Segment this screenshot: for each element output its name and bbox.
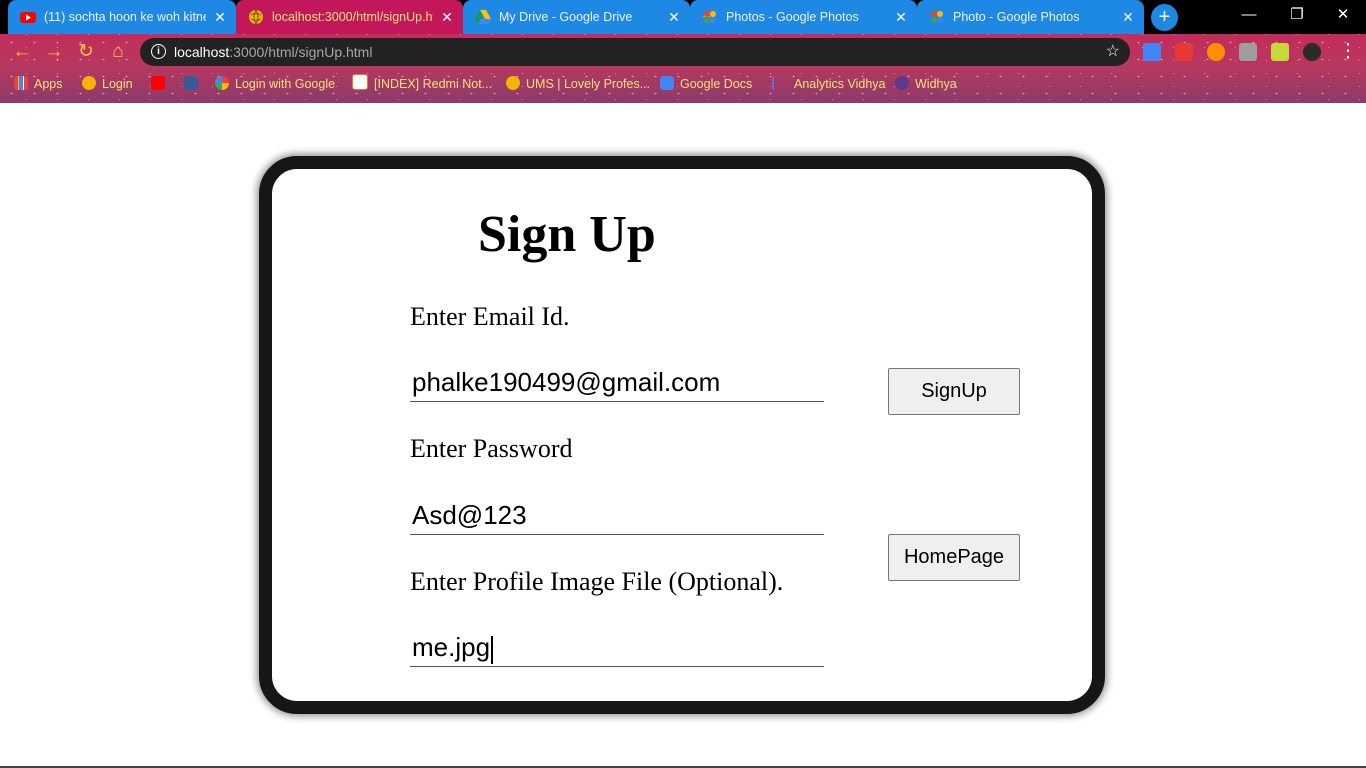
tab-close-icon[interactable]: ✕ <box>439 0 455 34</box>
bookmark-analytics-vidhya[interactable]: Analytics Vidhya <box>772 70 886 98</box>
google-photos-icon <box>931 11 943 23</box>
browser-tab-strip: (11) sochta hoon ke woh kitne ✕ localhos… <box>0 0 1366 34</box>
tab-signup-active[interactable]: localhost:3000/html/signUp.ht ✕ <box>236 0 463 34</box>
bookmark-ums[interactable]: UMS | Lovely Profes... <box>506 70 650 98</box>
home-icon[interactable]: ⌂ <box>106 40 130 64</box>
text-cursor <box>491 636 493 664</box>
video-extension-icon[interactable] <box>1175 43 1193 61</box>
back-arrow-icon[interactable]: ← <box>10 40 34 64</box>
tab-title: Photos - Google Photos <box>726 10 859 24</box>
tab-close-icon[interactable]: ✕ <box>666 0 682 34</box>
bookmark-youtube[interactable] <box>151 70 171 98</box>
password-label: Enter Password <box>410 434 573 463</box>
page-title: Sign Up <box>478 206 656 263</box>
profile-avatar[interactable] <box>1303 43 1321 61</box>
bookmark-label: Analytics Vidhya <box>794 77 886 91</box>
bookmark-facebook[interactable] <box>184 70 204 98</box>
extension-icon[interactable] <box>1239 43 1257 61</box>
bookmark-apps[interactable]: Apps <box>14 70 63 98</box>
address-url[interactable]: localhost:3000/html/signUp.html <box>174 38 372 66</box>
tab-close-icon[interactable]: ✕ <box>1120 0 1136 34</box>
tab-title: localhost:3000/html/signUp.ht <box>272 10 433 24</box>
google-photos-icon <box>703 10 717 24</box>
globe-icon <box>506 76 520 90</box>
tab-close-icon[interactable]: ✕ <box>893 0 909 34</box>
homepage-button[interactable]: HomePage <box>888 534 1020 581</box>
youtube-icon <box>20 12 36 23</box>
youtube-icon <box>151 76 165 90</box>
widhya-icon <box>895 76 909 90</box>
tab-title: My Drive - Google Drive <box>499 10 633 24</box>
profile-image-label: Enter Profile Image File (Optional). <box>410 567 784 596</box>
email-field[interactable] <box>410 364 824 402</box>
password-field[interactable] <box>410 497 824 535</box>
restore-button[interactable]: ❐ <box>1274 0 1320 30</box>
tab-google-photo[interactable]: Photo - Google Photos ✕ <box>917 0 1144 34</box>
bookmark-label: Apps <box>34 77 63 91</box>
bookmark-label: Login <box>102 77 133 91</box>
bookmark-label: [INDEX] Redmi Not... <box>374 77 493 91</box>
window-close-button[interactable]: ✕ <box>1320 0 1366 30</box>
profile-image-field[interactable] <box>410 629 824 667</box>
tab-google-photos[interactable]: Photos - Google Photos ✕ <box>690 0 917 34</box>
bookmark-star-icon[interactable]: ☆ <box>1106 38 1120 66</box>
bookmark-widhya[interactable]: Widhya <box>895 70 957 98</box>
reload-icon[interactable]: ↻ <box>74 40 98 64</box>
site-info-icon[interactable]: i <box>151 44 166 59</box>
bookmark-redmi-index[interactable]: [INDEX] Redmi Not... <box>352 70 492 98</box>
url-path: :3000/html/signUp.html <box>229 44 373 60</box>
tab-youtube[interactable]: (11) sochta hoon ke woh kitne ✕ <box>8 0 236 34</box>
minimize-button[interactable]: — <box>1226 0 1272 30</box>
bookmark-login[interactable]: Login <box>82 70 133 98</box>
bookmark-label: Google Docs <box>680 77 753 91</box>
xda-icon <box>352 74 368 90</box>
bookmarks-bar: Apps Login Login with Google [INDEX] Red… <box>0 70 1366 98</box>
url-host: localhost <box>174 44 230 60</box>
forward-arrow-icon[interactable]: → <box>42 40 66 64</box>
globe-icon <box>249 9 263 25</box>
globe-icon <box>82 76 96 90</box>
bookmark-google-docs[interactable]: Google Docs <box>660 70 752 98</box>
signup-button[interactable]: SignUp <box>888 368 1020 415</box>
chrome-menu-icon[interactable]: ⋮ <box>1336 40 1360 64</box>
bookmark-label: Widhya <box>915 77 957 91</box>
google-docs-icon <box>660 76 674 90</box>
tab-google-drive[interactable]: My Drive - Google Drive ✕ <box>463 0 690 34</box>
google-drive-icon <box>475 10 491 24</box>
new-tab-button[interactable]: + <box>1151 4 1178 31</box>
analytics-vidhya-icon <box>772 76 788 90</box>
bookmark-label: UMS | Lovely Profes... <box>526 77 651 91</box>
extension-icon[interactable] <box>1207 43 1225 61</box>
bookmark-login-with-google[interactable]: Login with Google <box>215 70 335 98</box>
email-label: Enter Email Id. <box>410 302 570 331</box>
apps-grid-icon <box>14 76 28 90</box>
google-translate-extension-icon[interactable] <box>1143 43 1161 61</box>
tab-title: (11) sochta hoon ke woh kitne <box>44 10 206 24</box>
bookmark-label: Login with Google <box>235 77 336 91</box>
puzzle-extension-icon[interactable] <box>1271 43 1289 61</box>
tab-close-icon[interactable]: ✕ <box>212 0 228 34</box>
facebook-icon <box>184 76 198 90</box>
address-bar[interactable]: i localhost:3000/html/signUp.html ☆ <box>140 38 1130 66</box>
google-icon <box>215 76 229 90</box>
tab-title: Photo - Google Photos <box>953 10 1080 24</box>
